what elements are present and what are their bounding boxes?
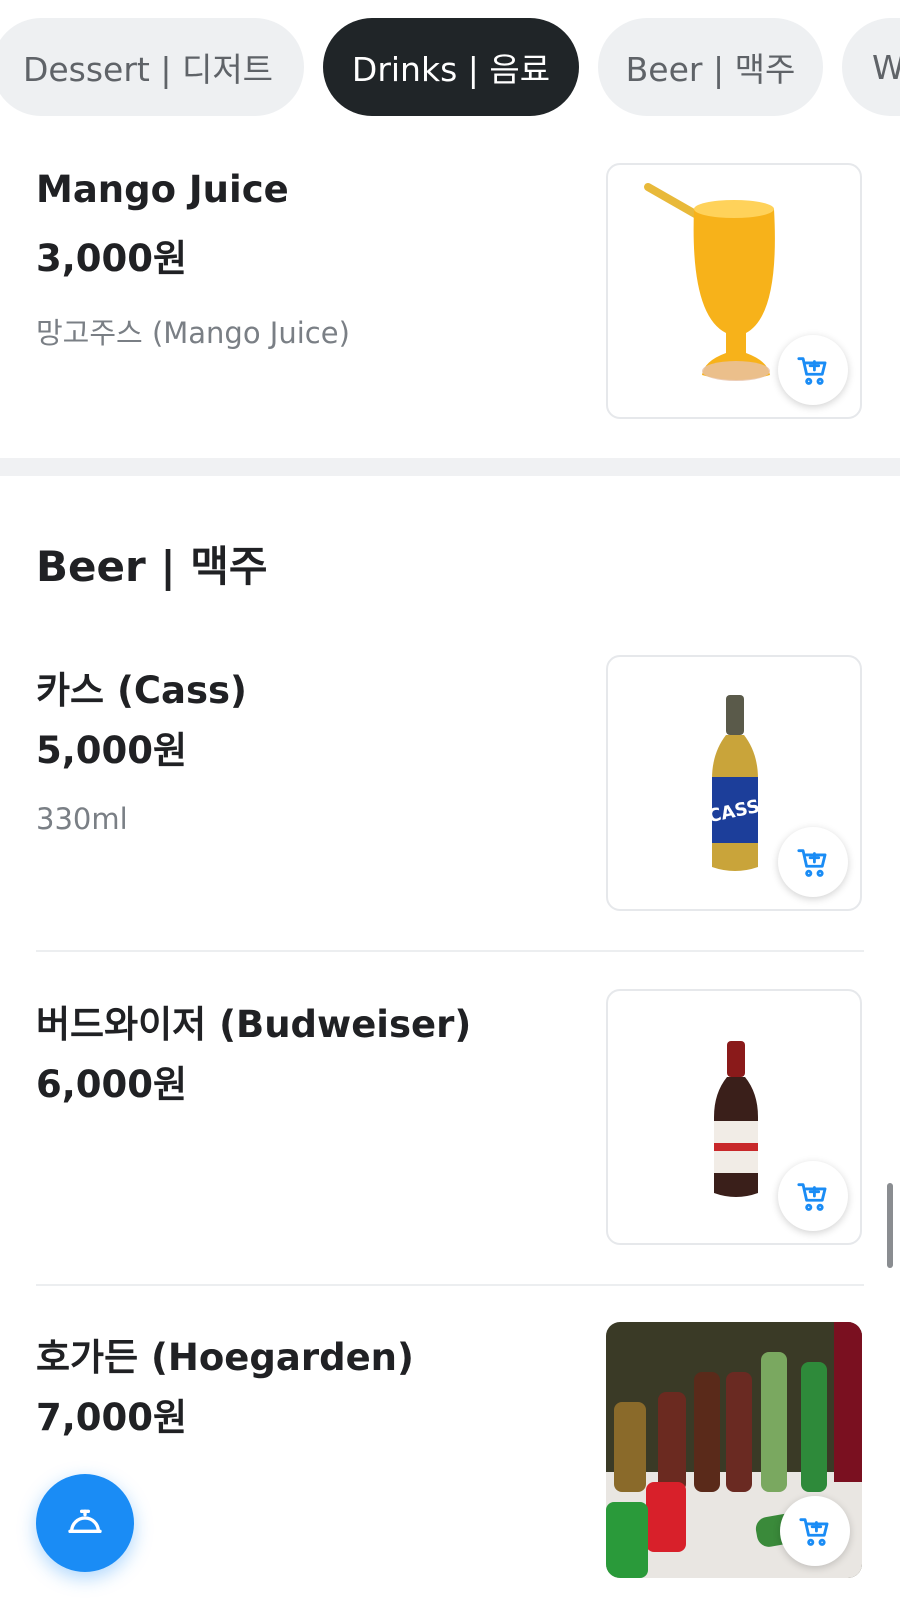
item-description: 330ml xyxy=(36,802,128,836)
item-divider xyxy=(36,950,864,952)
add-to-cart-button[interactable] xyxy=(778,335,848,405)
call-staff-button[interactable] xyxy=(36,1474,134,1572)
item-image[interactable]: CASS xyxy=(606,655,862,911)
item-divider xyxy=(36,1284,864,1286)
add-to-cart-icon xyxy=(797,849,827,877)
menu-item-mango-juice[interactable]: Mango Juice 3,000원 망고주스 (Mango Juice) xyxy=(36,160,864,422)
item-name: 카스 (Cass) xyxy=(36,669,247,712)
section-title-beer: Beer | 맥주 xyxy=(36,542,268,591)
item-image[interactable] xyxy=(606,1322,862,1578)
add-to-cart-icon xyxy=(797,1183,827,1211)
menu-item-budweiser[interactable]: 버드와이저 (Budweiser) 6,000원 xyxy=(36,989,864,1251)
item-price: 3,000원 xyxy=(36,237,188,280)
tab-label: Dessert | 디저트 xyxy=(22,50,274,89)
add-to-cart-button[interactable] xyxy=(780,1496,850,1566)
tab-next[interactable]: W xyxy=(842,18,900,116)
tab-dessert[interactable]: Dessert | 디저트 xyxy=(0,18,304,116)
add-to-cart-button[interactable] xyxy=(778,1161,848,1231)
tab-beer[interactable]: Beer | 맥주 xyxy=(598,18,823,116)
add-to-cart-button[interactable] xyxy=(778,827,848,897)
scrollbar[interactable] xyxy=(887,1183,893,1268)
tab-label: Drinks | 음료 xyxy=(351,50,551,89)
item-price: 7,000원 xyxy=(36,1396,188,1439)
add-to-cart-icon xyxy=(799,1518,829,1546)
menu-item-cass[interactable]: 카스 (Cass) 5,000원 330ml CASS xyxy=(36,655,864,917)
tab-label: W xyxy=(872,47,900,87)
item-description: 망고주스 (Mango Juice) xyxy=(36,316,350,350)
item-image[interactable] xyxy=(606,163,862,419)
tab-label: Beer | 맥주 xyxy=(625,50,796,89)
item-name: 호가든 (Hoegarden) xyxy=(36,1336,414,1379)
item-image[interactable] xyxy=(606,989,862,1245)
category-tabs: Dessert | 디저트 Drinks | 음료 Beer | 맥주 W xyxy=(0,18,900,118)
menu-item-hoegarden[interactable]: 호가든 (Hoegarden) 7,000원 xyxy=(36,1322,864,1584)
item-name: Mango Juice xyxy=(36,168,289,211)
service-bell-icon xyxy=(68,1509,102,1533)
section-separator xyxy=(0,458,900,476)
add-to-cart-icon xyxy=(797,357,827,385)
item-price: 6,000원 xyxy=(36,1063,188,1106)
tab-drinks[interactable]: Drinks | 음료 xyxy=(323,18,579,116)
item-price: 5,000원 xyxy=(36,729,188,772)
item-name: 버드와이저 (Budweiser) xyxy=(36,1003,472,1046)
